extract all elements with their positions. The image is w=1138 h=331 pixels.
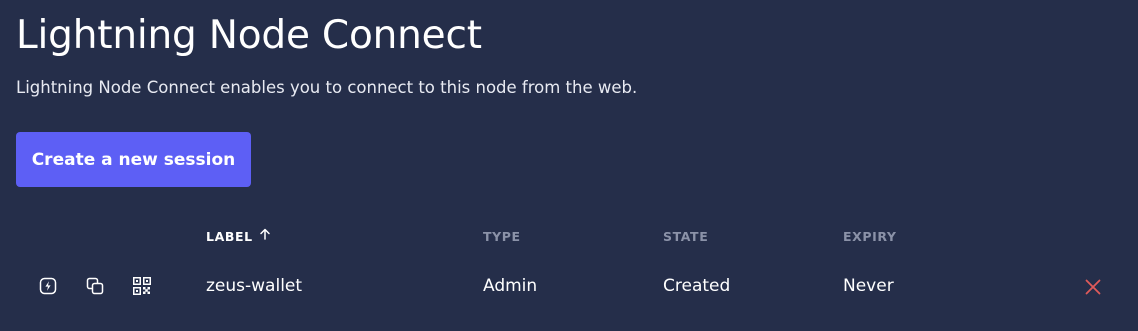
column-header-label-text: LABEL	[206, 229, 253, 244]
cell-expiry: Never	[843, 276, 894, 296]
cell-state: Created	[663, 276, 731, 296]
lnc-page: Lightning Node Connect Lightning Node Co…	[0, 0, 1138, 331]
column-header-expiry[interactable]: EXPIRY	[843, 229, 897, 245]
create-session-button[interactable]: Create a new session	[16, 132, 251, 187]
qr-code-icon[interactable]	[132, 276, 152, 296]
page-description: Lightning Node Connect enables you to co…	[16, 78, 638, 97]
column-header-label[interactable]: LABEL	[206, 228, 271, 245]
column-header-state[interactable]: STATE	[663, 229, 708, 245]
cell-type: Admin	[483, 276, 538, 296]
lightning-bolt-icon[interactable]	[38, 276, 58, 296]
column-header-type[interactable]: TYPE	[483, 229, 521, 245]
copy-icon[interactable]	[85, 276, 105, 296]
close-icon[interactable]	[1084, 278, 1102, 296]
page-title: Lightning Node Connect	[16, 13, 482, 58]
sort-ascending-icon	[259, 228, 271, 244]
cell-label: zeus-wallet	[206, 276, 303, 296]
